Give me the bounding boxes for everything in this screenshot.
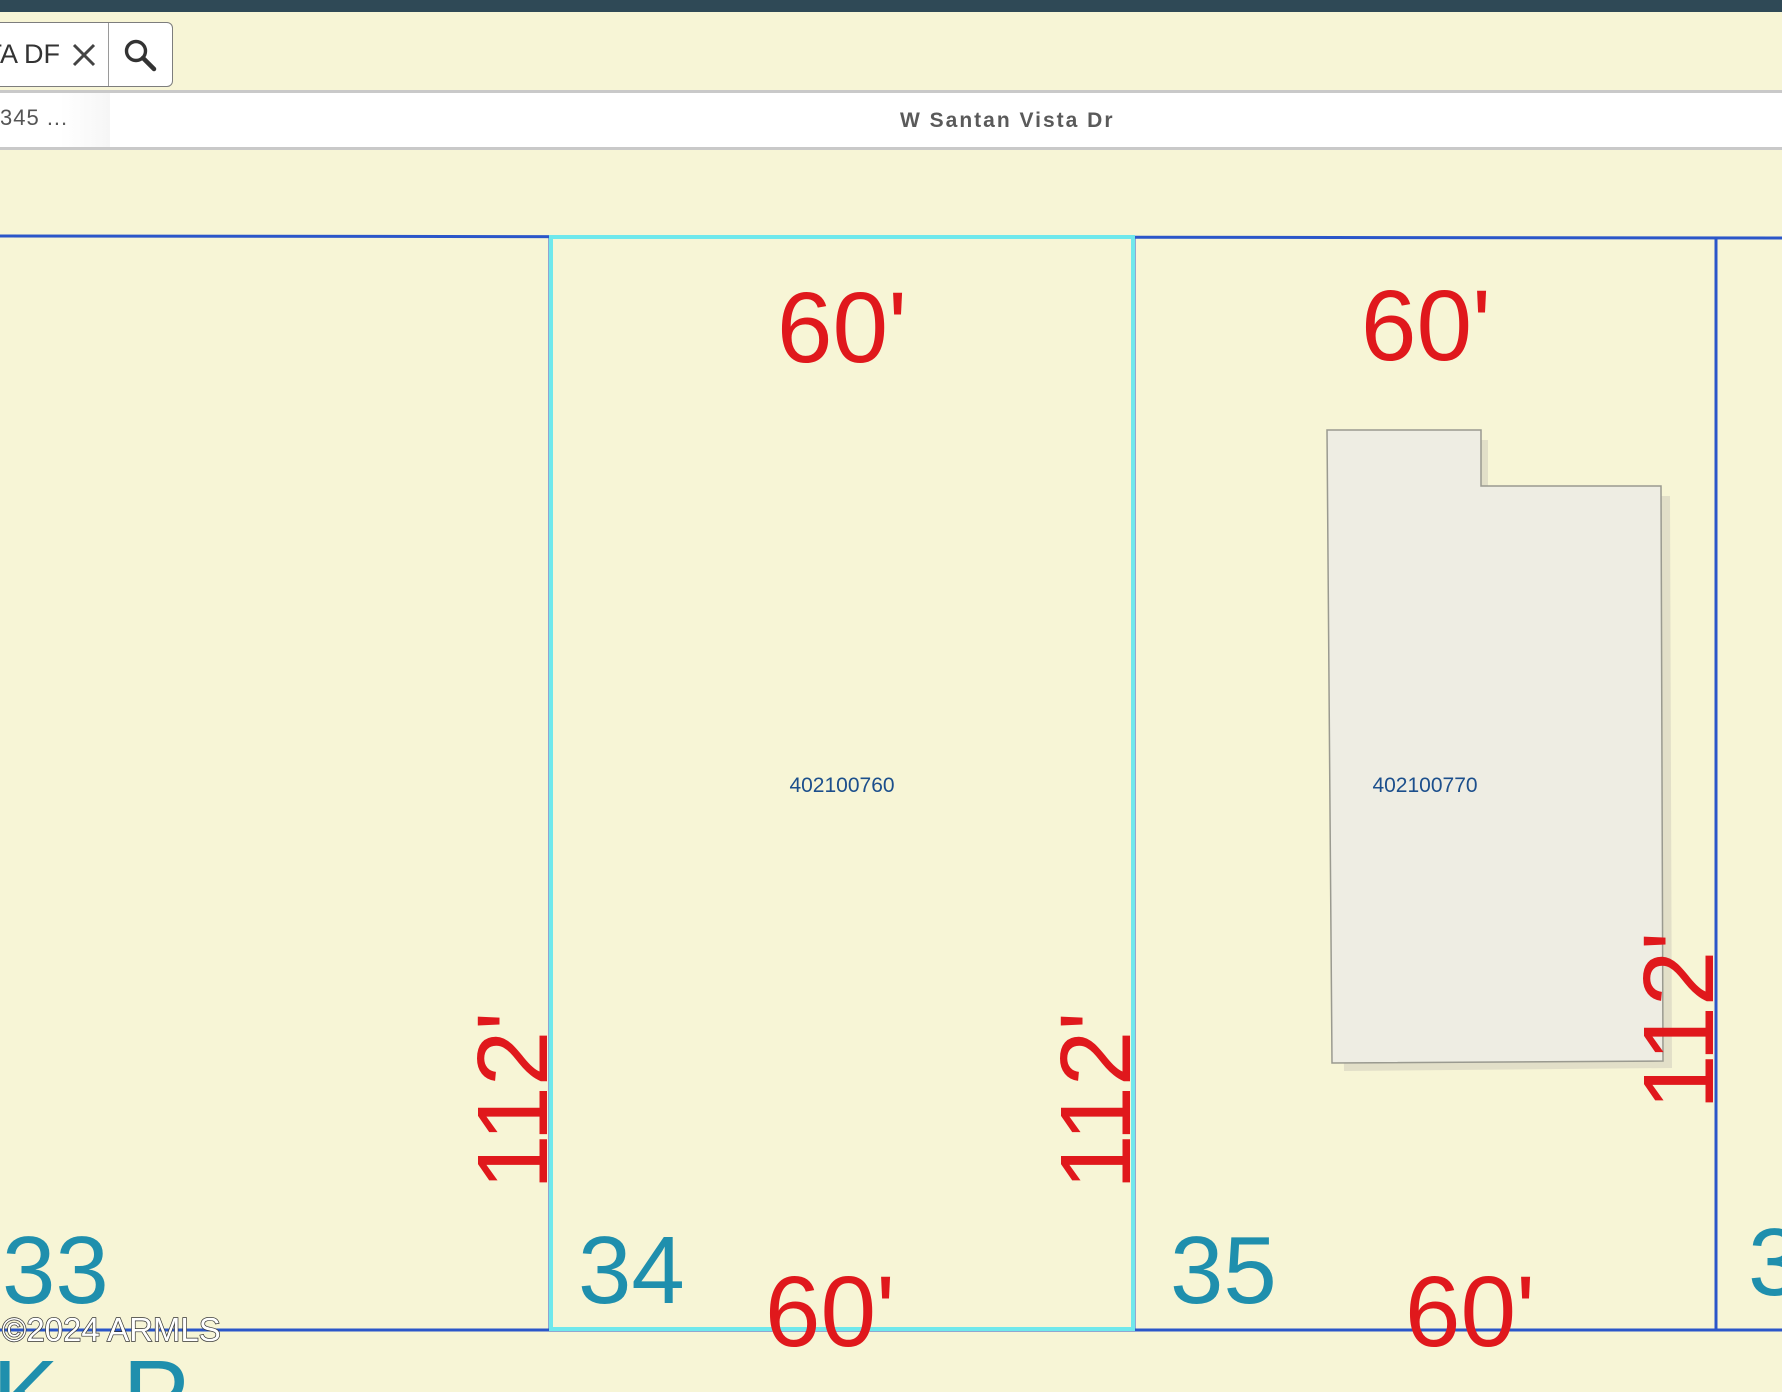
close-icon bbox=[72, 43, 95, 66]
lot-35-bottom-width: 60' bbox=[1405, 1256, 1535, 1368]
lot-33-right-depth: 112' bbox=[457, 1011, 569, 1190]
lot-number-35: 35 bbox=[1170, 1217, 1277, 1324]
lot-number-36-partial: 3 bbox=[1748, 1209, 1782, 1316]
parcel-map[interactable]: 60' 60' 112' 112' 60' 60' 112' 402100760… bbox=[0, 0, 1782, 1392]
street-bar: 345 ... W Santan Vista Dr bbox=[0, 90, 1782, 150]
search-icon bbox=[125, 39, 157, 71]
lot-35-top-width: 60' bbox=[1361, 270, 1491, 382]
parcel-id-402100760[interactable]: 402100760 bbox=[789, 774, 894, 797]
lot-34-top-width: 60' bbox=[777, 272, 907, 384]
lot-34-bottom-width: 60' bbox=[765, 1256, 895, 1368]
lot-35-right-depth: 112' bbox=[1623, 931, 1735, 1110]
lot-34-right-depth: 112' bbox=[1040, 1011, 1152, 1190]
address-fade bbox=[60, 93, 110, 147]
lot-number-33: 33 bbox=[2, 1217, 109, 1324]
parcel-id-402100770[interactable]: 402100770 bbox=[1372, 774, 1477, 797]
lot-number-34: 34 bbox=[578, 1217, 685, 1324]
copyright-watermark: ©2024 ARMLS bbox=[2, 1311, 221, 1348]
search-button[interactable] bbox=[107, 23, 172, 86]
search-input[interactable] bbox=[0, 23, 60, 86]
clear-search-button[interactable] bbox=[60, 23, 108, 86]
address-fragment: 345 ... bbox=[0, 105, 69, 130]
building-footprint bbox=[1326, 429, 1664, 1064]
search-box bbox=[0, 22, 173, 87]
street-name: W Santan Vista Dr bbox=[900, 109, 1115, 132]
